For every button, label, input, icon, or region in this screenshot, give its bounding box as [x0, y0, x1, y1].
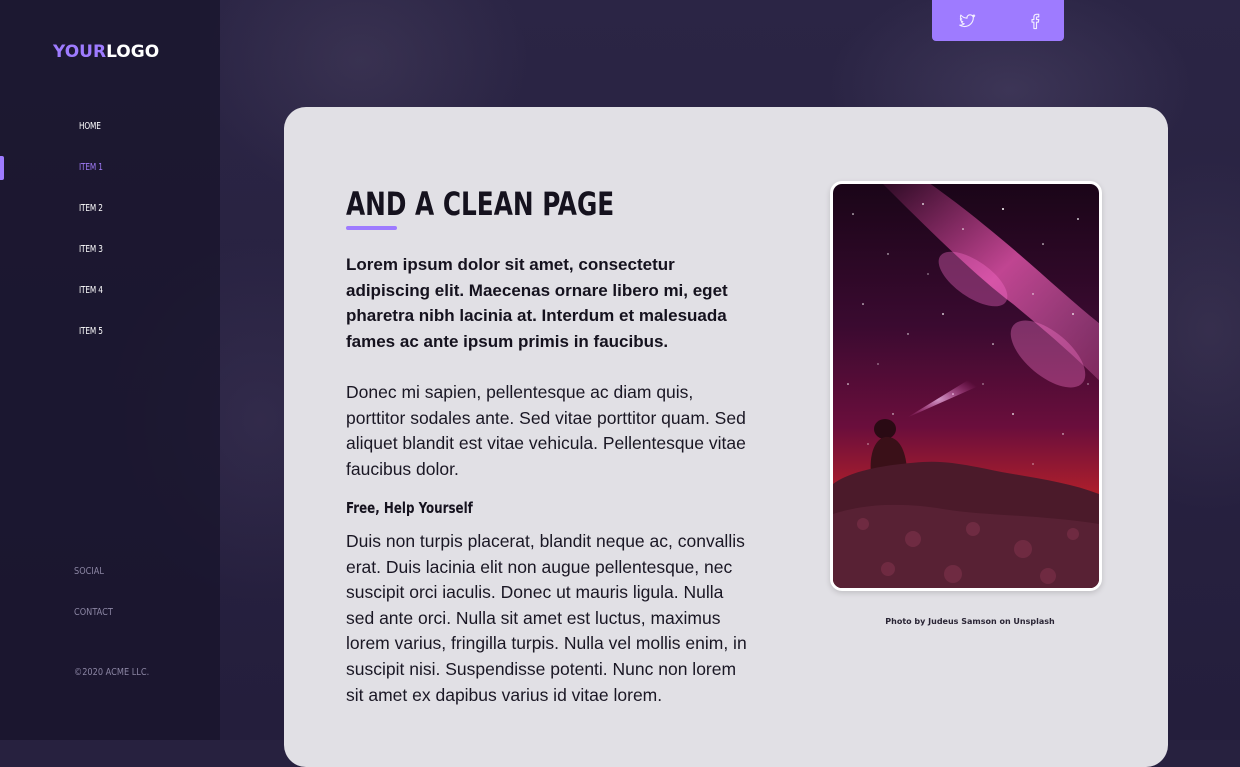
nav-item-4[interactable]: ITEM 4: [79, 285, 103, 296]
section-subheading: Free, Help Yourself: [346, 499, 473, 517]
nav-item-1[interactable]: ITEM 1: [79, 162, 103, 173]
twitter-icon[interactable]: [958, 12, 976, 30]
logo[interactable]: YOURLOGO: [53, 42, 159, 62]
contact-link[interactable]: CONTACT: [74, 607, 113, 618]
facebook-icon[interactable]: [1026, 12, 1044, 30]
active-nav-indicator: [0, 156, 4, 180]
night-sky-photo: [833, 184, 1099, 588]
social-link[interactable]: SOCIAL: [74, 566, 104, 577]
lead-paragraph: Lorem ipsum dolor sit amet, consectetur …: [346, 255, 728, 351]
content-card: AND A CLEAN PAGE Lorem ipsum dolor sit a…: [284, 107, 1168, 767]
copyright: ©2020 ACME LLC.: [74, 667, 150, 678]
sidebar: YOURLOGO HOME ITEM 1 ITEM 2 ITEM 3 ITEM …: [0, 0, 220, 740]
page-title: AND A CLEAN PAGE: [346, 185, 615, 223]
body-paragraph-2: Duis non turpis placerat, blandit neque …: [346, 531, 747, 705]
nav-item-home[interactable]: HOME: [79, 121, 101, 132]
nav-item-2[interactable]: ITEM 2: [79, 203, 103, 214]
body-paragraph-1: Donec mi sapien, pellentesque ac diam qu…: [346, 382, 746, 479]
nav-item-5[interactable]: ITEM 5: [79, 326, 103, 337]
photo-frame: [830, 181, 1102, 591]
social-bar: [932, 0, 1064, 41]
logo-part-logo: LOGO: [106, 42, 160, 62]
nav-item-3[interactable]: ITEM 3: [79, 244, 103, 255]
logo-part-your: YOUR: [53, 42, 107, 62]
photo-caption: Photo by Judeus Samson on Unsplash: [885, 617, 1055, 626]
title-underline: [346, 226, 397, 230]
